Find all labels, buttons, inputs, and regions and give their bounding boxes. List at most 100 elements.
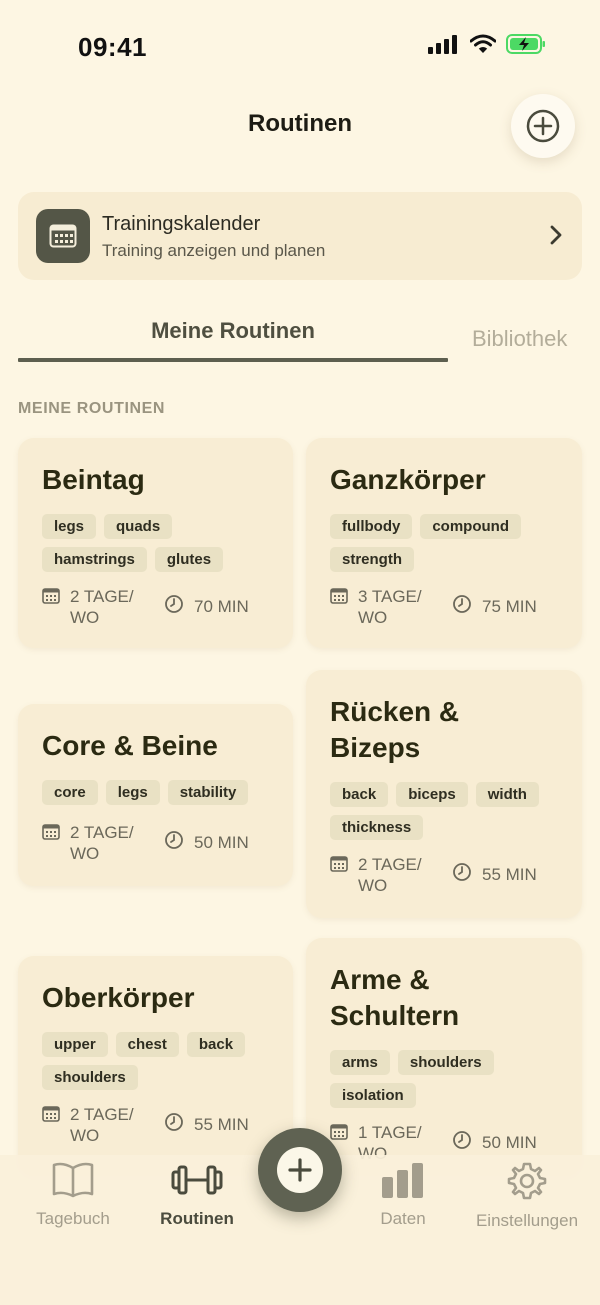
banner-subtitle: Training anzeigen und planen xyxy=(102,241,326,260)
routine-tag: stability xyxy=(167,780,249,805)
clock-icon xyxy=(164,830,184,855)
routine-tag: core xyxy=(42,780,98,805)
routine-tag: isolation xyxy=(330,1083,416,1108)
routine-duration-group: 70 MIN xyxy=(164,594,249,619)
routine-duration: 55 MIN xyxy=(482,864,537,884)
routine-duration: 55 MIN xyxy=(194,1114,249,1134)
cellular-signal-icon xyxy=(428,35,457,54)
calendar-icon xyxy=(330,1124,348,1145)
routine-tag: quads xyxy=(104,514,173,539)
routine-frequency: 2 TAGE/ WO xyxy=(70,1105,134,1145)
routine-duration-group: 55 MIN xyxy=(164,1112,249,1137)
routine-meta: 2 TAGE/ WO 50 MIN xyxy=(42,822,249,864)
routine-duration-group: 50 MIN xyxy=(452,1130,537,1155)
banner-title: Trainingskalender xyxy=(102,213,261,235)
routine-card[interactable]: Ganzkörper fullbody compound strength 3 TAGE… xyxy=(306,438,582,648)
routine-tag: thickness xyxy=(330,815,424,840)
routine-tags: core legs stability xyxy=(42,780,273,805)
clock-icon xyxy=(164,594,184,619)
wifi-icon xyxy=(470,34,496,53)
routine-tag: biceps xyxy=(396,782,468,807)
routine-duration: 50 MIN xyxy=(194,832,249,852)
add-routine-button[interactable] xyxy=(511,94,575,158)
training-calendar-banner[interactable]: Trainingskalender Training anzeigen und … xyxy=(18,192,582,280)
dumbbell-icon xyxy=(171,1165,223,1195)
routine-tag: glutes xyxy=(154,547,224,572)
routine-meta: 2 TAGE/ WO 55 MIN xyxy=(330,854,537,896)
battery-charging-icon xyxy=(506,34,545,54)
routine-tag: shoulders xyxy=(42,1065,138,1090)
routine-card[interactable]: Arme & Schultern arms shoulders isolation 1 … xyxy=(306,938,582,1176)
routine-tag: back xyxy=(330,782,389,807)
routine-title: Ganzkörper xyxy=(330,464,486,495)
routine-tags: back biceps width thickness xyxy=(330,782,562,840)
routine-frequency: 2 TAGE/ WO xyxy=(358,855,422,895)
routine-tags: legs quads hamstrings glutes xyxy=(42,514,273,572)
clock-icon xyxy=(452,1130,472,1155)
tabbar-routines[interactable]: Routinen xyxy=(137,1160,257,1229)
routine-meta: 2 TAGE/ WO 70 MIN xyxy=(42,586,249,628)
tabbar-data-label: Daten xyxy=(380,1209,426,1228)
routine-tags: arms shoulders isolation xyxy=(330,1050,562,1108)
page-title: Routinen xyxy=(248,110,352,137)
calendar-icon xyxy=(330,588,348,609)
routine-tag: legs xyxy=(42,514,97,539)
routine-tag: arms xyxy=(330,1050,390,1075)
routine-tag: upper xyxy=(42,1032,108,1057)
plus-circle-icon xyxy=(526,109,560,143)
routine-duration: 70 MIN xyxy=(194,596,249,616)
routine-duration: 75 MIN xyxy=(482,596,537,616)
routine-card[interactable]: Oberkörper upper chest back shoulders 2 TAGE/… xyxy=(18,956,293,1176)
routine-tag: legs xyxy=(105,780,160,805)
routine-card[interactable]: Beintag legs quads hamstrings glutes 2 TAGE/ … xyxy=(18,438,293,648)
chevron-right-icon xyxy=(550,225,562,245)
routine-duration: 50 MIN xyxy=(482,1132,537,1152)
routine-frequency: 3 TAGE/ WO xyxy=(358,587,422,627)
gear-icon xyxy=(507,1162,547,1200)
routine-tag: back xyxy=(186,1032,246,1057)
routine-title: Rücken & Bizeps xyxy=(330,696,460,763)
tabbar-settings-label: Einstellungen xyxy=(475,1211,579,1230)
quick-add-button[interactable] xyxy=(258,1128,342,1212)
routine-meta: 2 TAGE/ WO 55 MIN xyxy=(42,1104,249,1146)
tabbar-diary[interactable]: Tagebuch xyxy=(13,1160,133,1229)
bar-chart-icon xyxy=(382,1163,423,1198)
calendar-icon xyxy=(42,588,60,609)
tabbar-data[interactable]: Daten xyxy=(343,1160,463,1229)
section-header: MEINE ROUTINEN xyxy=(18,400,166,417)
routine-tag: fullbody xyxy=(330,514,413,539)
calendar-icon xyxy=(42,824,60,845)
calendar-icon xyxy=(330,856,348,877)
routine-card[interactable]: Rücken & Bizeps back biceps width thickness 2… xyxy=(306,670,582,918)
routine-tag: compound xyxy=(420,514,521,539)
tabbar-routines-label: Routinen xyxy=(160,1209,234,1228)
routine-tag: chest xyxy=(115,1032,179,1057)
clock-icon xyxy=(452,862,472,887)
routine-card[interactable]: Core & Beine core legs stability 2 TAGE/ WO 5… xyxy=(18,704,293,886)
routine-title: Arme & Schultern xyxy=(330,964,460,1031)
status-icons xyxy=(428,34,546,54)
routine-tags: upper chest back shoulders xyxy=(42,1032,273,1090)
tab-library[interactable]: Bibliothek xyxy=(472,326,567,352)
routine-tag: hamstrings xyxy=(42,547,147,572)
tab-my-routines[interactable]: Meine Routinen xyxy=(18,318,448,344)
tabbar-settings[interactable]: Einstellungen xyxy=(467,1160,587,1231)
routine-duration-group: 50 MIN xyxy=(164,830,249,855)
clock-icon xyxy=(164,1112,184,1137)
tab-indicator xyxy=(18,358,448,362)
routine-frequency: 2 TAGE/ WO xyxy=(70,587,134,627)
calendar-icon xyxy=(42,1106,60,1127)
clock-icon xyxy=(452,594,472,619)
routine-duration-group: 75 MIN xyxy=(452,594,537,619)
routine-tag: shoulders xyxy=(397,1050,494,1075)
routine-duration-group: 55 MIN xyxy=(452,862,537,887)
routine-tag: width xyxy=(475,782,539,807)
routine-title: Beintag xyxy=(42,464,145,495)
routine-frequency: 2 TAGE/ WO xyxy=(70,823,134,863)
routine-title: Oberkörper xyxy=(42,982,195,1013)
book-icon xyxy=(52,1162,94,1198)
calendar-icon xyxy=(36,209,90,263)
plus-icon xyxy=(277,1147,323,1193)
routine-meta: 3 TAGE/ WO 75 MIN xyxy=(330,586,537,628)
status-time: 09:41 xyxy=(78,32,147,62)
